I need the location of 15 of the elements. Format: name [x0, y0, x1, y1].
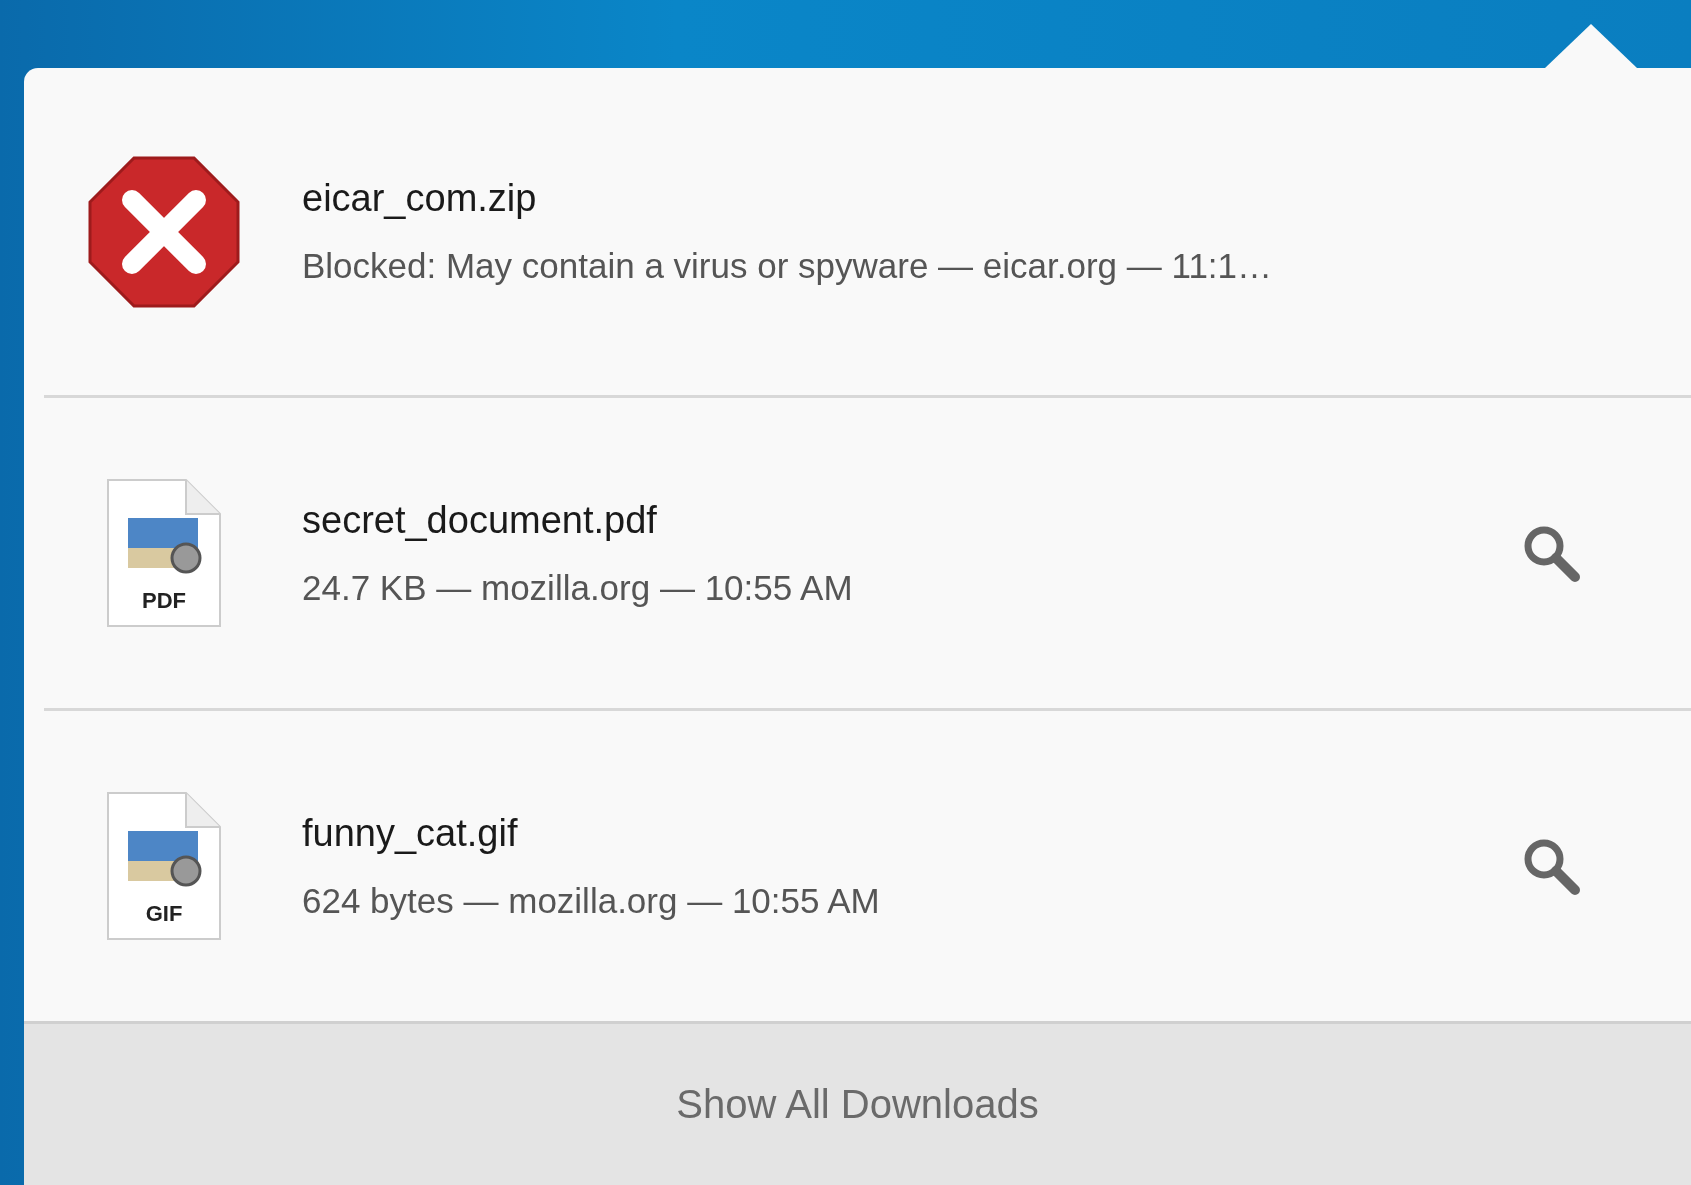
download-item[interactable]: eicar_com.zip Blocked: May contain a virus or spyware — eicar.org — 11:1…: [44, 68, 1691, 398]
document-icon: [107, 479, 221, 627]
download-item[interactable]: GIF funny_cat.gif 624 bytes — mozilla.org — 10:55 AM: [44, 711, 1691, 1021]
file-name: funny_cat.gif: [302, 811, 519, 855]
file-name: secret_document.pdf: [302, 498, 658, 542]
file-type-label: GIF: [144, 901, 184, 927]
download-details: Blocked: May contain a virus or spyware — eicar.org — 11:1…: [302, 246, 1274, 286]
download-item[interactable]: PDF secret_document.pdf 24.7 KB — mozilla.org — 10:55 AM: [44, 398, 1691, 711]
document-icon: [107, 792, 221, 940]
download-details: 624 bytes — mozilla.org — 10:55 AM: [302, 880, 881, 921]
download-details: 24.7 KB — mozilla.org — 10:55 AM: [302, 567, 854, 608]
blocked-icon: [88, 155, 240, 308]
file-type-label: PDF: [141, 588, 187, 614]
show-all-downloads-button[interactable]: Show All Downloads: [24, 1021, 1691, 1185]
file-name: eicar_com.zip: [302, 177, 538, 220]
